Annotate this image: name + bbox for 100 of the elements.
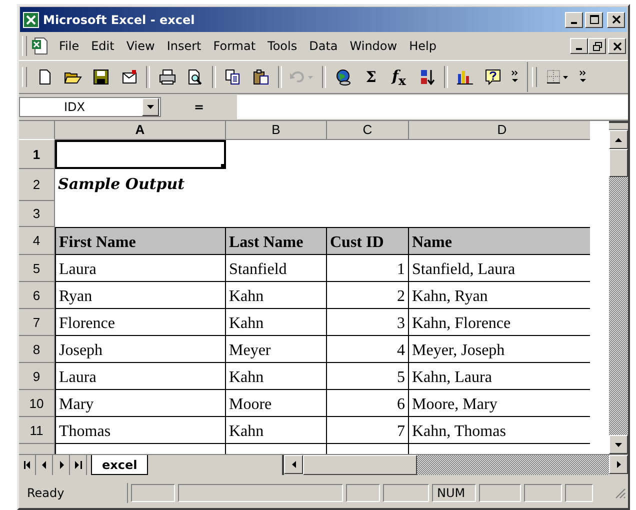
status-indicator: NUM	[432, 484, 476, 502]
row-header[interactable]: 8	[19, 336, 55, 363]
close-button[interactable]	[607, 12, 625, 28]
horizontal-scrollbar[interactable]	[282, 455, 628, 475]
table-cell: 1	[327, 255, 409, 282]
table-cell: Laura	[55, 363, 226, 390]
row-header[interactable]: 9	[19, 363, 55, 390]
spreadsheet-icon	[23, 12, 39, 28]
row-header[interactable]: 4	[19, 227, 55, 255]
table-cell: 7	[327, 417, 409, 444]
row-header[interactable]: 5	[19, 255, 55, 282]
table-cell: 2	[327, 282, 409, 309]
close-button[interactable]	[608, 38, 626, 54]
table-cell: Meyer	[226, 336, 327, 363]
workbook-icon[interactable]	[31, 37, 49, 55]
status-message: Ready	[21, 483, 128, 503]
menu-item[interactable]: Window	[344, 37, 404, 55]
column-header[interactable]: B	[226, 121, 327, 140]
menu-item[interactable]: File	[53, 37, 86, 55]
table-cell: Ryan	[55, 282, 226, 309]
equals-sign[interactable]: =	[165, 97, 233, 117]
sheet-tab[interactable]: excel	[91, 455, 148, 475]
next-icon	[58, 461, 64, 469]
table-cell: Kahn, Florence	[409, 309, 590, 336]
scroll-up-icon	[615, 138, 622, 142]
toolbar-button[interactable]: f$_{x}$	[385, 64, 413, 90]
table-cell: Florence	[55, 309, 226, 336]
table-cell: Thomas	[55, 417, 226, 444]
minimize-button[interactable]	[570, 38, 588, 54]
row-header[interactable]: 7	[19, 309, 55, 336]
table-cell: Kahn	[226, 363, 327, 390]
table-cell: Mary	[55, 390, 226, 417]
table-cell: Kahn, Laura	[409, 363, 590, 390]
table-cell: First Name	[55, 227, 226, 255]
menu-item[interactable]: View	[120, 37, 161, 55]
menu-item[interactable]: Edit	[85, 37, 120, 55]
table-cell: Kahn, Ryan	[409, 282, 590, 309]
row-header[interactable]: 10	[19, 390, 55, 417]
close-icon	[612, 15, 620, 24]
menu-item[interactable]: Help	[403, 37, 442, 55]
table-cell: Name	[409, 227, 590, 255]
restore-button[interactable]	[588, 38, 606, 54]
minimize-icon	[571, 22, 577, 24]
status-panel	[479, 484, 521, 502]
scroll-right-icon	[616, 461, 620, 468]
grip-handle[interactable]	[532, 67, 537, 87]
maximize-icon	[590, 15, 598, 24]
row-header[interactable]: 3	[19, 201, 55, 227]
table-cell: Kahn	[226, 282, 327, 309]
row-header[interactable]: 6	[19, 282, 55, 309]
scroll-left-icon	[292, 461, 296, 468]
toolbar-button[interactable]: Σ	[357, 64, 385, 90]
resize-grip-icon[interactable]	[614, 487, 626, 499]
table-cell: Kahn, Thomas	[409, 417, 590, 444]
column-header[interactable]: A	[55, 121, 226, 140]
table-cell: 5	[327, 363, 409, 390]
column-header[interactable]: D	[409, 121, 590, 140]
previous-icon	[42, 461, 46, 469]
table-cell: Moore, Mary	[409, 390, 590, 417]
minimize-icon	[576, 48, 582, 50]
menu-item[interactable]: Tools	[262, 37, 304, 55]
scroll-down-icon	[615, 442, 622, 446]
scroll-thumb[interactable]	[303, 455, 418, 475]
select-all-corner[interactable]	[19, 121, 55, 140]
table-cell: Stanfield, Laura	[409, 255, 590, 282]
table-cell: 6	[327, 390, 409, 417]
menu-item[interactable]: Insert	[160, 37, 208, 55]
vertical-scrollbar[interactable]	[609, 121, 628, 454]
dropdown-arrow-icon	[147, 105, 154, 109]
status-panel	[346, 484, 380, 502]
grip-handle[interactable]	[22, 67, 27, 87]
table-cell: Kahn	[226, 417, 327, 444]
menu-item[interactable]: Format	[207, 37, 262, 55]
table-cell: Joseph	[55, 336, 226, 363]
status-panel	[383, 484, 429, 502]
minimize-button[interactable]	[565, 12, 583, 28]
table-cell: Kahn	[226, 309, 327, 336]
maximize-button[interactable]	[585, 12, 603, 28]
status-panel	[524, 484, 562, 502]
column-header[interactable]: C	[327, 121, 409, 140]
restore-icon	[592, 42, 602, 50]
active-cell[interactable]	[55, 140, 226, 169]
table-cell: Stanfield	[226, 255, 327, 282]
table-cell: 4	[327, 336, 409, 363]
menu-item[interactable]: Data	[303, 37, 344, 55]
grip-handle[interactable]	[22, 36, 27, 56]
formula-field[interactable]	[237, 95, 628, 119]
scroll-thumb[interactable]	[609, 149, 628, 177]
close-icon	[612, 42, 622, 50]
table-cell: Meyer, Joseph	[409, 336, 590, 363]
table-cell: Cust ID	[327, 227, 409, 255]
first-icon	[24, 461, 30, 469]
table-cell: Laura	[55, 255, 226, 282]
last-icon	[74, 461, 82, 469]
row-header[interactable]: 2	[19, 169, 55, 201]
name-box[interactable]: IDX	[19, 97, 161, 117]
row-header[interactable]: 1	[19, 140, 55, 169]
row-header[interactable]: 11	[19, 417, 55, 444]
status-panel	[565, 484, 593, 502]
status-panel	[131, 484, 175, 502]
